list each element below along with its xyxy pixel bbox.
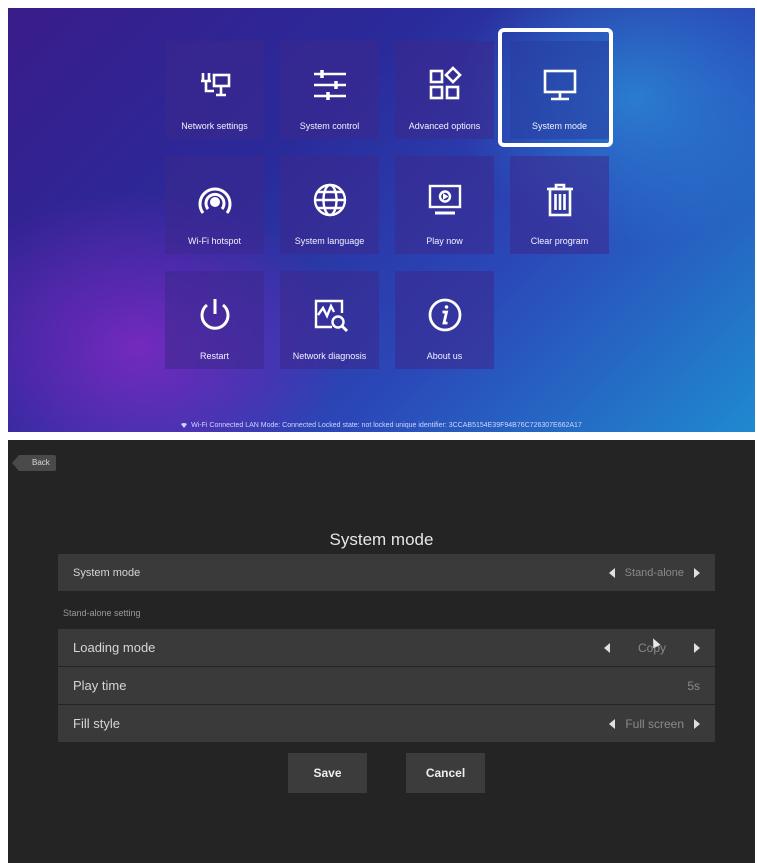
arrow-left-icon[interactable] [608,567,615,578]
launcher-screen: Network settings System control Advanced… [8,8,755,432]
tile-system-language[interactable]: System language [280,156,379,254]
tile-label: Play now [426,236,463,246]
fill-style-value: Full screen [625,716,684,731]
tile-label: Wi-Fi hotspot [187,236,241,246]
tile-play-now[interactable]: Play now [395,156,494,254]
fill-style-label: Fill style [73,716,120,731]
tile-about-us[interactable]: About us [395,271,494,369]
trash-icon [540,180,580,220]
loading-mode-row[interactable]: Loading mode Copy [58,629,715,666]
arrow-left-icon[interactable] [609,718,616,729]
loading-mode-label: Loading mode [73,640,156,655]
power-icon [195,295,235,335]
arrow-right-icon[interactable] [694,567,700,578]
system-mode-row[interactable]: System mode Stand-alone [58,554,715,591]
globe-icon [310,180,350,220]
system-mode-label: System mode [73,566,141,579]
hotspot-icon [195,180,235,220]
fill-style-row[interactable]: Fill style Full screen [58,705,715,742]
status-text: Wi-Fi Connected LAN Mode: Connected Lock… [191,422,582,429]
tile-label: Restart [199,351,229,361]
tile-label: About us [426,351,463,361]
widgets-icon [425,65,465,105]
network-settings-icon [195,65,235,105]
play-screen-icon [425,180,465,220]
settings-screen: Back System mode System mode Stand-alone… [8,440,755,863]
play-time-label: Play time [73,678,127,693]
tile-label: Clear program [530,236,589,246]
selection-highlight [498,28,613,147]
tile-network-settings[interactable]: Network settings [165,41,264,139]
tile-restart[interactable]: Restart [165,271,264,369]
page-title: System mode [329,530,434,549]
tile-label: Network settings [181,121,248,131]
sliders-icon [310,65,350,105]
arrow-left-icon[interactable] [603,642,610,653]
status-bar: Wi-Fi Connected LAN Mode: Connected Lock… [8,422,755,429]
section-label: Stand-alone setting [63,608,141,618]
wifi-icon [181,422,188,428]
arrow-right-icon[interactable] [694,718,700,729]
tile-network-diagnosis[interactable]: Network diagnosis [280,271,379,369]
tile-advanced-options[interactable]: Advanced options [395,41,494,139]
tile-label: System control [299,121,360,131]
save-button[interactable]: Save [288,753,367,793]
diagnosis-icon [310,295,350,335]
system-mode-value: Stand-alone [624,566,684,579]
info-icon [425,295,465,335]
tile-label: Network diagnosis [292,351,367,361]
tile-label: Advanced options [408,121,481,131]
play-time-value: 5s [687,678,700,693]
arrow-right-icon[interactable] [694,642,700,653]
tile-label: System language [294,236,365,246]
tile-wifi-hotspot[interactable]: Wi-Fi hotspot [165,156,264,254]
cancel-button[interactable]: Cancel [406,753,485,793]
tile-clear-program[interactable]: Clear program [510,156,609,254]
back-button[interactable]: Back [12,455,56,471]
tile-system-control[interactable]: System control [280,41,379,139]
play-time-row[interactable]: Play time 5s [58,667,715,704]
